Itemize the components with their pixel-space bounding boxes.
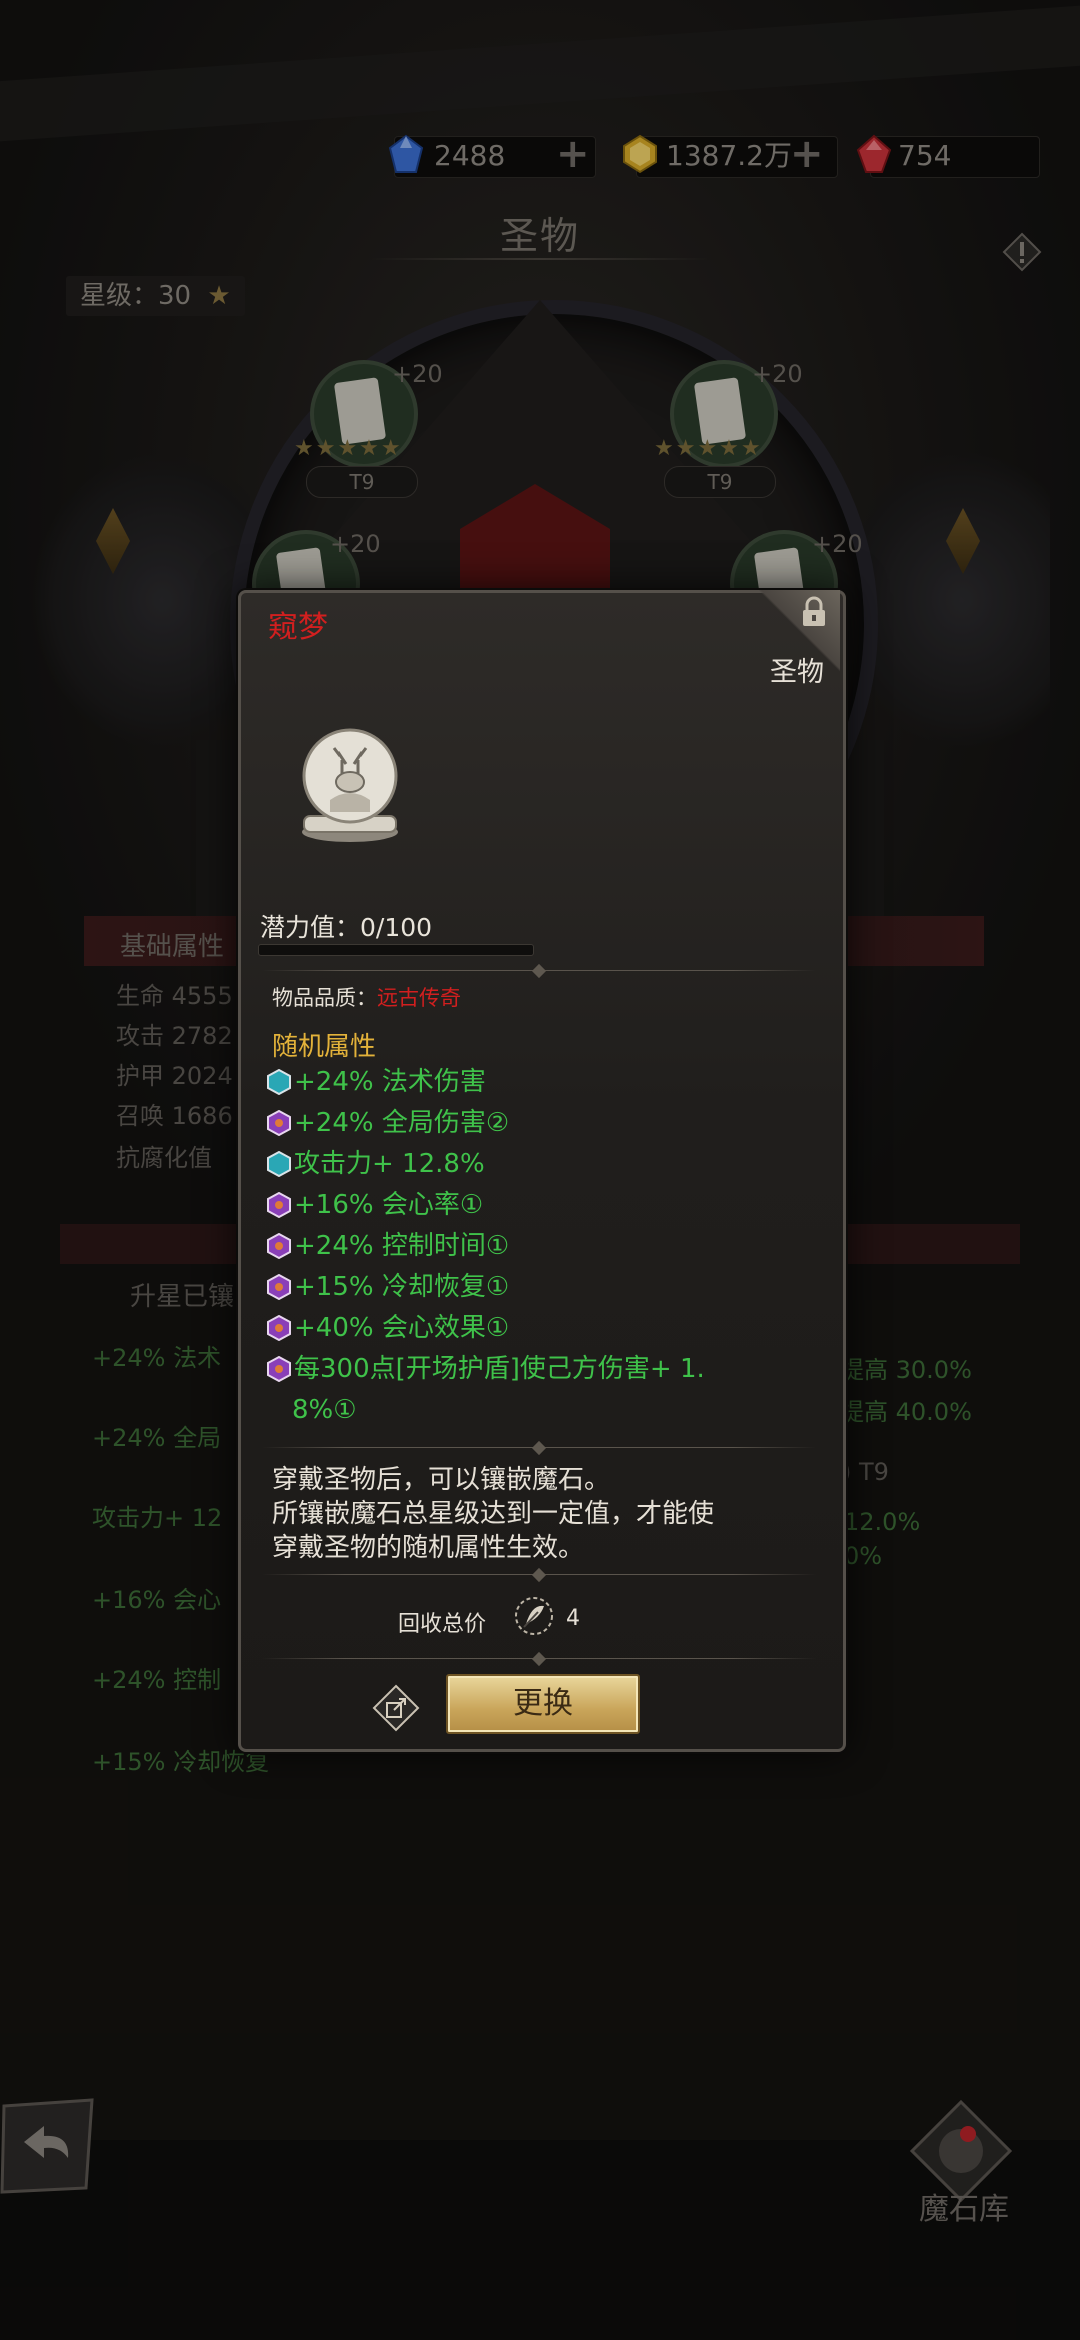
divider <box>262 963 816 979</box>
potential-label: 潜力值：0/100 <box>260 913 433 942</box>
purple-gem-icon <box>267 1356 291 1382</box>
teal-gem-icon <box>267 1069 291 1095</box>
teal-gem-icon <box>267 1151 291 1177</box>
purple-gem-icon <box>267 1233 291 1259</box>
affix-row: +15% 冷却恢复① <box>266 1267 509 1307</box>
affix-row: +24% 全局伤害② <box>266 1103 509 1143</box>
affix-row: +24% 控制时间① <box>266 1226 509 1266</box>
lock-icon[interactable] <box>800 596 828 628</box>
item-type: 圣物 <box>770 657 824 688</box>
quality-label: 物品品质： <box>272 986 377 1010</box>
share-icon[interactable] <box>372 1684 420 1732</box>
affix-row: +24% 法术伤害 <box>266 1062 486 1102</box>
divider <box>262 1651 816 1667</box>
item-description: 穿戴圣物后，可以镶嵌魔石。 所镶嵌魔石总星级达到一定值，才能使 穿戴圣物的随机属… <box>272 1463 822 1565</box>
affix-row: +16% 会心率① <box>266 1185 483 1225</box>
purple-gem-icon <box>267 1192 291 1218</box>
feather-coin-icon <box>515 1597 553 1635</box>
random-attributes-title: 随机属性 <box>272 1032 377 1062</box>
affix-continuation: 8%① <box>292 1395 357 1425</box>
affix-row: 攻击力+ 12.8% <box>266 1144 485 1184</box>
affix-row: 每300点[开场护盾]使己方伤害+ 1. <box>266 1349 705 1389</box>
quality-row: 物品品质：远古传奇 <box>272 982 461 1012</box>
purple-gem-icon <box>267 1110 291 1136</box>
snow-globe-icon <box>302 728 398 842</box>
description-line: 所镶嵌魔石总星级达到一定值，才能使 <box>272 1499 715 1529</box>
divider <box>262 1440 816 1456</box>
purple-gem-icon <box>267 1315 291 1341</box>
description-line: 穿戴圣物后，可以镶嵌魔石。 <box>272 1465 611 1495</box>
recycle-value: 4 <box>566 1606 580 1631</box>
affix-row: +40% 会心效果① <box>266 1308 509 1348</box>
item-name: 窥梦 <box>268 610 328 645</box>
description-line: 穿戴圣物的随机属性生效。 <box>272 1533 585 1563</box>
potential-progress-bar <box>258 944 534 956</box>
quality-value: 远古传奇 <box>377 986 461 1010</box>
replace-button[interactable]: 更换 <box>446 1674 640 1734</box>
purple-gem-icon <box>267 1274 291 1300</box>
divider <box>262 1567 816 1583</box>
recycle-label: 回收总价 <box>398 1612 487 1637</box>
